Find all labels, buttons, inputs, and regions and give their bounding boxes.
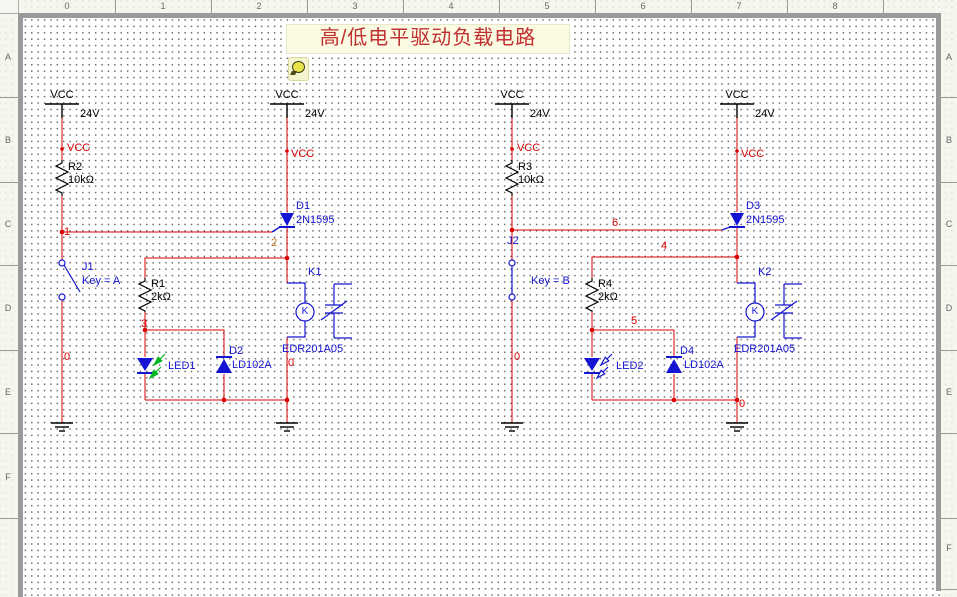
relay-K2[interactable] — [737, 283, 802, 338]
net-number[interactable]: 6 — [612, 217, 618, 229]
resistor-value[interactable]: 10kΩ — [68, 174, 94, 186]
net-label-vcc[interactable]: VCC — [741, 148, 764, 160]
net-label-vcc[interactable]: VCC — [291, 148, 314, 160]
resistor-ref[interactable]: R4 — [598, 278, 612, 290]
relay-K1[interactable] — [287, 283, 352, 338]
scr-model[interactable]: 2N1595 — [296, 214, 335, 226]
ground-4[interactable] — [726, 423, 748, 431]
scr-model[interactable]: 2N1595 — [746, 214, 785, 226]
switch-key-label[interactable]: Key = B — [531, 275, 570, 287]
vcc-source-label[interactable]: VCC — [269, 89, 305, 101]
net-label-vcc[interactable]: VCC — [67, 142, 90, 154]
diode-D2[interactable] — [216, 357, 232, 373]
net-number[interactable]: 0 — [64, 351, 70, 363]
resistor-R4[interactable] — [586, 278, 598, 312]
relay-coil-letter: K — [300, 306, 310, 317]
relay-model[interactable]: EDR201A05 — [734, 343, 795, 355]
resistor-ref[interactable]: R1 — [151, 278, 165, 290]
led-ref[interactable]: LED2 — [616, 360, 644, 372]
net-label-vcc[interactable]: VCC — [517, 142, 540, 154]
net-number[interactable]: 0 — [739, 398, 745, 410]
vcc-source-4[interactable] — [720, 104, 754, 118]
ground-3[interactable] — [501, 423, 523, 431]
relay-model[interactable]: EDR201A05 — [282, 343, 343, 355]
diode-ref[interactable]: D4 — [680, 345, 694, 357]
led-on-arrows — [150, 354, 165, 378]
led-LED1[interactable] — [137, 354, 165, 378]
diode-ref[interactable]: D2 — [229, 345, 243, 357]
switch-key-label[interactable]: Key = A — [82, 275, 120, 287]
relay-ref[interactable]: K1 — [308, 266, 321, 278]
ground-1[interactable] — [51, 423, 73, 431]
diode-model[interactable]: LD102A — [684, 359, 724, 371]
switch-J2[interactable] — [509, 260, 515, 300]
vcc-source-2[interactable] — [270, 104, 304, 118]
net-number[interactable]: 0 — [514, 351, 520, 363]
diode-model[interactable]: LD102A — [232, 359, 272, 371]
switch-J1[interactable] — [59, 260, 80, 300]
vcc-source-label[interactable]: VCC — [719, 89, 755, 101]
switch-ref[interactable]: J2 — [507, 235, 519, 247]
diode-D4[interactable] — [666, 357, 682, 373]
resistor-value[interactable]: 2kΩ — [151, 291, 171, 303]
scr-D1[interactable] — [272, 213, 295, 232]
resistor-R1[interactable] — [139, 278, 151, 312]
net-number[interactable]: 0 — [288, 357, 294, 369]
vcc-voltage-label[interactable]: 24V — [305, 108, 325, 120]
relay-ref[interactable]: K2 — [758, 266, 771, 278]
vcc-voltage-label[interactable]: 24V — [530, 108, 550, 120]
net-number[interactable]: 2 — [271, 237, 277, 249]
resistor-R2[interactable] — [56, 160, 68, 196]
vcc-source-label[interactable]: VCC — [494, 89, 530, 101]
net-number[interactable]: 4 — [661, 240, 667, 252]
vcc-source-1[interactable] — [45, 104, 79, 118]
led-LED2[interactable] — [584, 354, 612, 378]
vcc-source-label[interactable]: VCC — [44, 89, 80, 101]
net-number[interactable]: 3 — [141, 318, 147, 330]
right-circuit-wires[interactable] — [512, 118, 737, 423]
resistor-R3[interactable] — [506, 160, 518, 196]
led-off-arrows — [597, 354, 612, 378]
relay-coil-letter: K — [750, 306, 760, 317]
ground-2[interactable] — [276, 423, 298, 431]
schematic-canvas — [0, 0, 957, 597]
vcc-voltage-label[interactable]: 24V — [80, 108, 100, 120]
resistor-ref[interactable]: R3 — [518, 161, 532, 173]
net-number[interactable]: 5 — [631, 315, 637, 327]
schematic-workspace: 0 1 2 3 4 5 6 7 8 A B C D E F A B C D E … — [0, 0, 957, 597]
scr-ref[interactable]: D3 — [746, 200, 760, 212]
net-number[interactable]: 1 — [64, 226, 70, 238]
scr-D3[interactable] — [722, 213, 745, 230]
scr-ref[interactable]: D1 — [296, 200, 310, 212]
switch-ref[interactable]: J1 — [82, 261, 94, 273]
resistor-ref[interactable]: R2 — [68, 161, 82, 173]
resistor-value[interactable]: 10kΩ — [518, 174, 544, 186]
resistor-value[interactable]: 2kΩ — [598, 291, 618, 303]
led-ref[interactable]: LED1 — [168, 360, 196, 372]
vcc-voltage-label[interactable]: 24V — [755, 108, 775, 120]
left-circuit-wires[interactable] — [62, 118, 287, 423]
vcc-source-3[interactable] — [495, 104, 529, 118]
